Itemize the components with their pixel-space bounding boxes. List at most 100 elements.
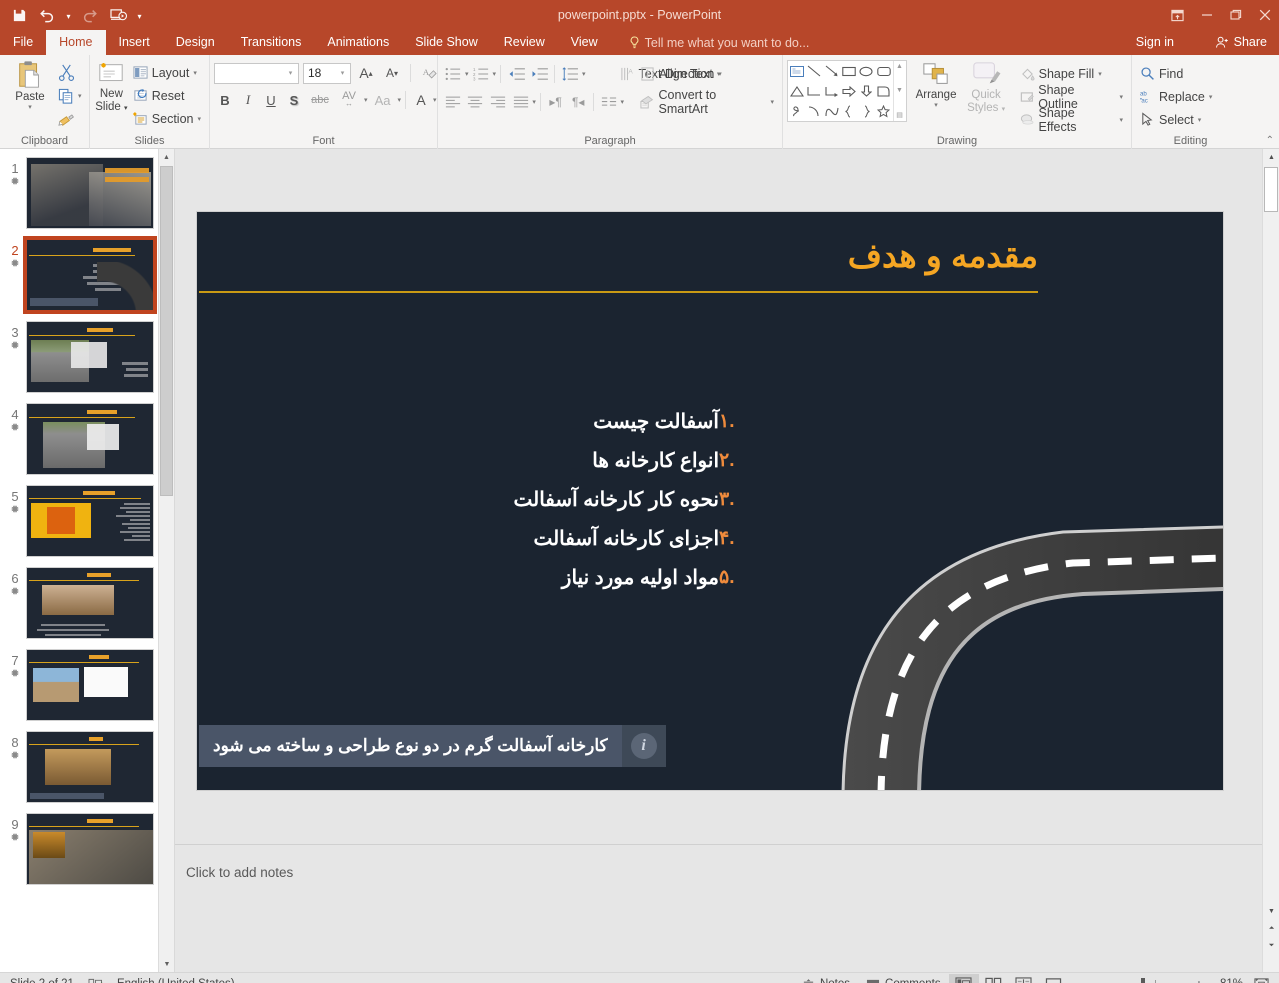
columns-dropdown-icon[interactable]: ▾ [621, 98, 625, 106]
previous-slide-icon[interactable]: ⏶ [1263, 920, 1279, 937]
shapes-scroll-up-icon[interactable]: ▲ [896, 63, 903, 70]
comments-button[interactable]: Comments [858, 973, 949, 983]
numbering-dropdown-icon[interactable]: ▾ [493, 70, 497, 78]
paste-button[interactable]: Paste ▾ [4, 58, 56, 111]
scroll-down-icon[interactable]: ▼ [1263, 903, 1279, 920]
slide-title[interactable]: مقدمه و هدف [848, 236, 1038, 275]
shapes-scroll-down-icon[interactable]: ▼ [896, 87, 903, 94]
layout-button[interactable]: Layout ▾ [129, 61, 205, 84]
align-center-button[interactable] [465, 91, 487, 113]
shape-right-brace-icon[interactable] [858, 101, 875, 121]
slide-show-view-button[interactable] [1039, 974, 1069, 983]
reset-button[interactable]: Reset [129, 84, 205, 107]
copy-button[interactable]: ▾ [56, 85, 84, 107]
replace-button[interactable]: abac Replace ▾ [1136, 85, 1216, 108]
thumbnail-slide-2[interactable]: 2 ✹ [0, 239, 174, 321]
normal-view-button[interactable] [949, 974, 979, 983]
italic-button[interactable]: I [237, 89, 259, 111]
language-indicator[interactable]: English (United States) [117, 978, 235, 983]
section-dropdown-icon[interactable]: ▾ [197, 115, 201, 123]
cut-button[interactable] [56, 61, 84, 83]
reading-view-button[interactable] [1009, 974, 1039, 983]
shape-scribble-icon[interactable] [788, 101, 805, 121]
font-color-button[interactable]: A [410, 89, 432, 111]
undo-icon[interactable] [34, 3, 60, 27]
increase-indent-button[interactable] [528, 63, 550, 85]
select-button[interactable]: Select ▾ [1136, 108, 1205, 131]
shape-effects-dropdown-icon[interactable]: ▾ [1119, 116, 1123, 124]
tab-transitions[interactable]: Transitions [228, 30, 315, 55]
new-slide-button[interactable]: New Slide ▾ [94, 58, 129, 115]
next-slide-icon[interactable]: ⏷ [1263, 937, 1279, 954]
proofing-icon[interactable] [88, 978, 103, 983]
tab-slide-show[interactable]: Slide Show [402, 30, 491, 55]
copy-dropdown-icon[interactable]: ▾ [78, 92, 82, 100]
rtl-direction-button[interactable]: ¶◂ [567, 91, 589, 113]
start-slideshow-icon[interactable] [105, 3, 131, 27]
line-spacing-dropdown-icon[interactable]: ▾ [582, 70, 586, 78]
font-size-dropdown-icon[interactable]: ▾ [335, 69, 350, 77]
ribbon-display-options-icon[interactable] [1163, 0, 1192, 30]
underline-button[interactable]: U [260, 89, 282, 111]
shapes-more-icon[interactable]: ▤ [896, 111, 903, 119]
quick-styles-button[interactable]: Quick Styles ▾ [965, 60, 1008, 116]
shape-elbow-connector-icon[interactable] [805, 81, 822, 101]
zoom-level[interactable]: 81% [1209, 978, 1243, 983]
tab-file[interactable]: File [0, 30, 46, 55]
ltr-direction-button[interactable]: ▸¶ [545, 91, 567, 113]
decrease-indent-button[interactable] [505, 63, 527, 85]
shape-elbow-arrow-icon[interactable] [823, 81, 840, 101]
info-icon[interactable]: i [622, 725, 666, 767]
paste-dropdown-icon[interactable]: ▾ [28, 103, 32, 111]
shapes-gallery[interactable]: ▲ ▼ ▤ [787, 60, 907, 122]
zoom-out-button[interactable]: − [1075, 976, 1083, 983]
shape-arrow-icon[interactable] [823, 61, 840, 81]
replace-dropdown-icon[interactable]: ▾ [1209, 93, 1213, 101]
thumbnail-scrollbar[interactable]: ▲ ▼ [158, 149, 174, 972]
undo-dropdown-icon[interactable]: ▾ [62, 3, 75, 27]
share-button[interactable]: Share [1207, 30, 1279, 55]
character-spacing-dropdown-icon[interactable]: ▾ [364, 96, 368, 104]
find-button[interactable]: Find [1136, 62, 1187, 85]
font-size-combo[interactable]: 18 ▾ [303, 63, 351, 84]
thumbnail-slide-9[interactable]: 9 ✹ [0, 813, 174, 895]
slide-indicator[interactable]: Slide 2 of 21 [10, 978, 74, 983]
fit-slide-icon[interactable] [1249, 977, 1273, 983]
current-slide[interactable]: مقدمه و هدف .۱ آسفالت چیست .۲ انواع کارخ… [197, 212, 1223, 790]
tab-design[interactable]: Design [163, 30, 228, 55]
bullets-dropdown-icon[interactable]: ▾ [465, 70, 469, 78]
shape-triangle-icon[interactable] [788, 81, 805, 101]
shape-fill-dropdown-icon[interactable]: ▾ [1098, 70, 1102, 78]
notes-pane[interactable]: Click to add notes [175, 844, 1279, 972]
align-text-button[interactable]: Align Text ▾ [636, 62, 778, 85]
tab-animations[interactable]: Animations [314, 30, 402, 55]
redo-icon[interactable] [77, 3, 103, 27]
minimize-icon[interactable] [1192, 0, 1221, 30]
font-name-combo[interactable]: ▾ [214, 63, 299, 84]
shape-oval-icon[interactable] [858, 61, 875, 81]
collapse-ribbon-icon[interactable]: ⌃ [1266, 135, 1274, 146]
thumbnail-scroll-up-icon[interactable]: ▲ [159, 149, 174, 165]
thumbnail-slide-1[interactable]: 1 ✹ [0, 157, 174, 239]
slide-sorter-view-button[interactable] [979, 974, 1009, 983]
zoom-control[interactable]: − + 81% [1069, 976, 1249, 983]
convert-to-smartart-button[interactable]: Convert to SmartArt ▾ [636, 90, 778, 113]
shape-line-icon[interactable] [805, 61, 822, 81]
zoom-slider-handle[interactable] [1141, 978, 1145, 983]
strikethrough-button[interactable]: abc [306, 89, 334, 111]
tab-view[interactable]: View [558, 30, 611, 55]
decrease-font-size-icon[interactable]: A▾ [381, 62, 403, 84]
notes-button[interactable]: Notes [794, 973, 858, 983]
slide-editing-stage[interactable]: مقدمه و هدف .۱ آسفالت چیست .۲ انواع کارخ… [175, 149, 1279, 972]
thumbnail-slide-3[interactable]: 3 ✹ [0, 321, 174, 403]
shapes-gallery-scrollbar[interactable]: ▲ ▼ ▤ [893, 61, 906, 121]
arrange-button[interactable]: Arrange ▾ [914, 60, 959, 109]
font-name-dropdown-icon[interactable]: ▾ [283, 69, 298, 77]
change-case-button[interactable]: Aa [369, 89, 397, 111]
shape-arc-icon[interactable] [805, 101, 822, 121]
slide-bullet-list[interactable]: .۱ آسفالت چیست .۲ انواع کارخانه ها .۳ نح… [513, 402, 753, 597]
arrange-dropdown-icon[interactable]: ▾ [934, 101, 938, 109]
shape-rectangle-icon[interactable] [840, 61, 857, 81]
slide-vertical-scrollbar[interactable]: ▲ ▼ ⏶ ⏷ [1262, 149, 1279, 972]
align-text-dropdown-icon[interactable]: ▾ [717, 70, 721, 78]
